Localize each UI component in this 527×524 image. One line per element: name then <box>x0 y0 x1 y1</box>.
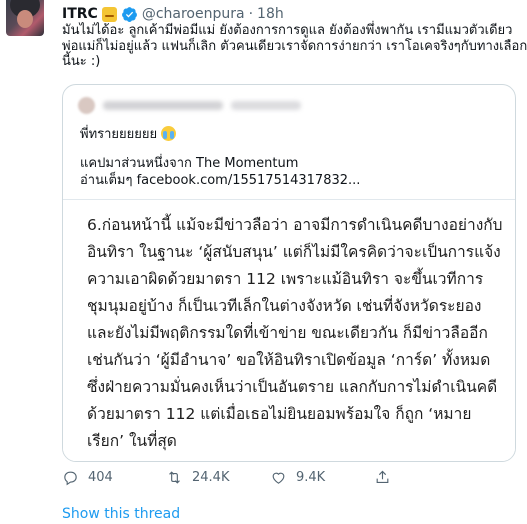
quoted-link[interactable]: อ่านเต็มๆ facebook.com/15517514317832... <box>80 172 360 189</box>
tweet-text-line: มันไม่ได้อะ ลูกเค้ามีพ่อมีแม่ ยังต้องการ… <box>62 23 513 38</box>
reply-count: 404 <box>88 469 113 485</box>
retweet-icon <box>169 470 180 484</box>
quoted-author-blurred <box>78 95 301 115</box>
quoted-text: พี่ทรายยยยยย <box>80 123 177 144</box>
retweet-button[interactable]: 24.4K <box>166 469 270 486</box>
author-avatar[interactable] <box>6 0 44 36</box>
quoted-handle-blurred <box>231 100 301 110</box>
retweet-count: 24.4K <box>192 469 230 485</box>
image-text-line: และยังไม่มีพฤติกรรมใดที่เข้าข่าย ขณะเดีย… <box>87 324 488 342</box>
quoted-source-line: แคปมาส่วนหนึ่งจาก The Momentum <box>80 156 299 171</box>
image-text-line: ชุมนุมอยู่บ้าง ก็เป็นเวทีเล็กในต่างจังหว… <box>87 297 482 315</box>
share-icon <box>376 470 389 483</box>
emoji-icon <box>101 6 117 22</box>
image-text-line: ซึ่งฝ่ายความมั่นคงเห็นว่าเป็นอันตราย แลก… <box>87 378 498 396</box>
show-thread-link[interactable]: Show this thread <box>62 506 180 522</box>
tweet-text-line: พ่อแม่ก็ไม่อยู่แล้ว แฟนก็เลิก ตัวคนเดียว… <box>62 38 527 54</box>
quoted-image[interactable]: 6.ก่อนหน้านี้ แม้จะมีข่าวลือว่า อาจมีการ… <box>63 199 515 461</box>
image-text-line: ด้วยมาตรา 112 แต่เมื่อเธอไม่ยินยอมพร้อมใ… <box>87 405 472 423</box>
image-text-line: เช่นกันว่า ‘ผู้มีอำนาจ’ ขอให้อินทิราเปิด… <box>87 351 491 369</box>
avatar-face <box>17 10 33 28</box>
quoted-name-blurred <box>103 100 223 110</box>
quoted-image-text: 6.ก่อนหน้านี้ แม้จะมีข่าวลือว่า อาจมีการ… <box>87 212 507 455</box>
quoted-text-content: พี่ทรายยยยยย <box>80 127 158 142</box>
crying-face-icon <box>161 126 177 141</box>
tweet-timestamp[interactable]: 18h <box>257 6 284 22</box>
tweet-text: มันไม่ได้อะ ลูกเค้ามีพ่อมีแม่ ยังต้องการ… <box>62 23 527 70</box>
author-name[interactable]: ITRC <box>62 6 98 22</box>
image-text-line: ความเอาผิดด้วยมาตรา 112 เพราะแม้อินทิรา … <box>87 270 484 288</box>
tweet-text-line: นี้นะ :) <box>62 54 101 69</box>
image-text-line: เรียก’ ในที่สุด <box>87 432 177 450</box>
reply-button[interactable]: 404 <box>62 469 166 486</box>
quoted-tweet-card[interactable]: พี่ทรายยยยยย แคปมาส่วนหนึ่งจาก The Momen… <box>62 84 516 462</box>
quoted-source: แคปมาส่วนหนึ่งจาก The Momentum อ่านเต็มๆ… <box>80 155 360 189</box>
image-text-line: 6.ก่อนหน้านี้ แม้จะมีข่าวลือว่า อาจมีการ… <box>87 216 503 234</box>
image-text-line: อินทิรา ในฐานะ ‘ผู้สนับสนุน’ แต่ก็ไม่มีใ… <box>87 243 501 261</box>
tweet-actions: 404 24.4K 9.4K <box>62 467 502 487</box>
author-handle[interactable]: @charoenpura <box>142 6 245 22</box>
share-button[interactable] <box>374 469 391 486</box>
tweet-header: ITRC @charoenpura · 18h <box>62 4 284 24</box>
like-button[interactable]: 9.4K <box>270 469 374 486</box>
verified-badge-icon <box>121 6 137 22</box>
dot-separator: · <box>248 6 254 22</box>
like-count: 9.4K <box>296 469 326 485</box>
reply-icon <box>64 471 77 485</box>
heart-icon <box>272 472 285 484</box>
quoted-avatar <box>78 96 95 114</box>
